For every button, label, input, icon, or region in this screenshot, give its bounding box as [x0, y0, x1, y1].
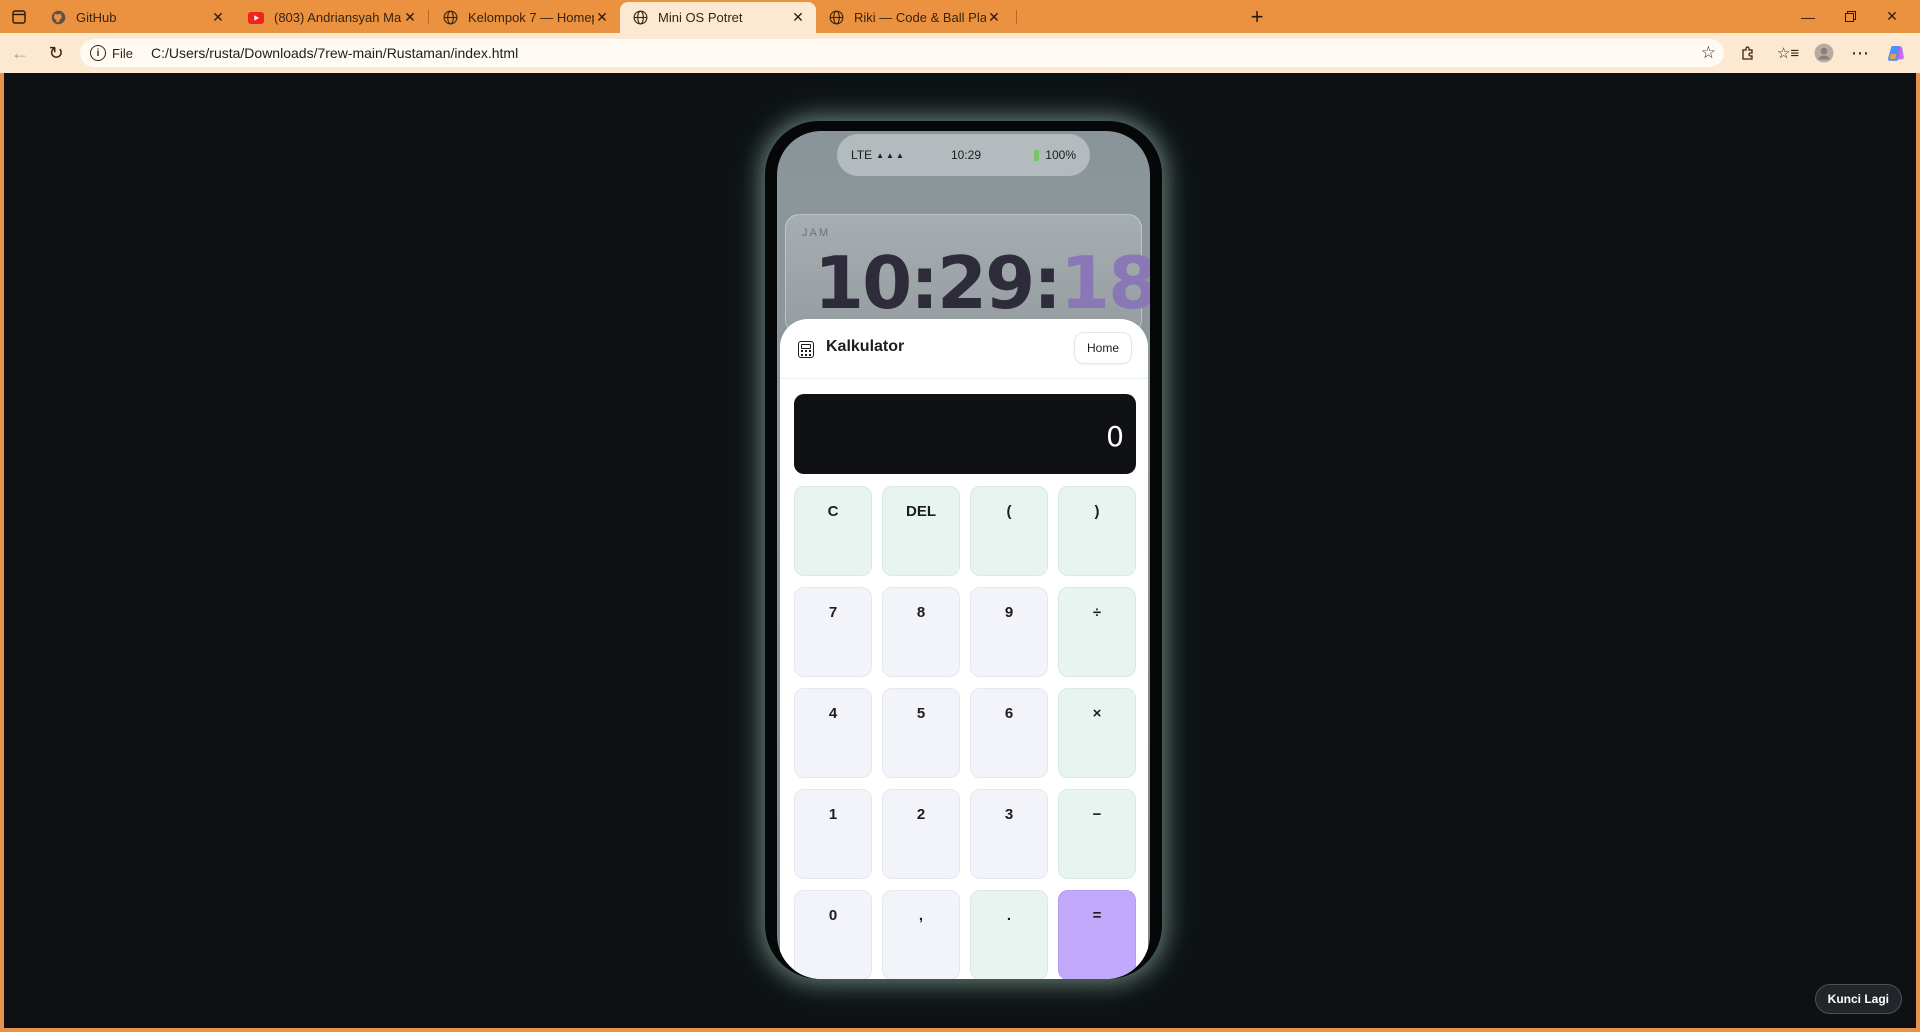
key-decimal-button[interactable]: . — [970, 890, 1048, 979]
address-bar[interactable]: i File C:/Users/rusta/Downloads/7rew-mai… — [80, 39, 1724, 67]
close-tab-icon[interactable]: ✕ — [402, 9, 418, 26]
status-time: 10:29 — [951, 148, 982, 162]
back-arrow-icon: ← — [11, 42, 29, 63]
address-url[interactable]: C:/Users/rusta/Downloads/7rew-main/Rusta… — [151, 45, 518, 61]
key-subtract-button[interactable]: − — [1058, 789, 1136, 879]
key-digit-3-button[interactable]: 3 — [970, 789, 1048, 879]
battery-status: 100% — [1034, 148, 1076, 162]
favorite-star-icon[interactable]: ☆ — [1701, 43, 1716, 63]
clock-hours-minutes: 10:29: — [814, 241, 1062, 325]
new-tab-button[interactable]: + — [1244, 4, 1270, 30]
battery-icon — [1034, 149, 1040, 161]
globe-icon — [828, 10, 844, 26]
browser-toolbar: ← ↻ i File C:/Users/rusta/Downloads/7rew… — [0, 33, 1920, 73]
calculator-keypad: C DEL() 7 8 9 ÷ 4 5 6 × 1 2 3− 0,. = — [794, 486, 1136, 979]
clock-label: JAM — [802, 227, 830, 239]
globe-icon — [442, 10, 458, 26]
close-icon: ✕ — [1886, 8, 1898, 24]
key-digit-5-button[interactable]: 5 — [882, 688, 960, 778]
more-dots-icon: ⋯ — [1851, 42, 1869, 63]
tab-title: (803) Andriansyah Maulana - You — [274, 10, 402, 25]
tab-title: Riki — Code & Ball Playground — [854, 10, 986, 25]
key-digit-9-button[interactable]: 9 — [970, 587, 1048, 677]
puzzle-icon — [1742, 46, 1753, 60]
key-equals-button[interactable]: = — [1058, 890, 1136, 979]
close-tab-icon[interactable]: ✕ — [986, 9, 1002, 26]
phone-screen: LTE ▲▲▲ 10:29 100% JAM 10:29:18 Kalkulat… — [777, 131, 1150, 979]
network-status: LTE ▲▲▲ — [851, 148, 906, 162]
key-digit-8-button[interactable]: 8 — [882, 587, 960, 677]
window-bottom-edge — [0, 1028, 1920, 1032]
address-scheme: File — [112, 45, 133, 61]
close-tab-icon[interactable]: ✕ — [790, 9, 806, 26]
minimize-icon: — — [1801, 8, 1815, 25]
profile-button[interactable] — [1810, 40, 1838, 66]
lock-again-button[interactable]: Kunci Lagi — [1814, 984, 1902, 1014]
key-digit-4-button[interactable]: 4 — [794, 688, 872, 778]
key-close-paren-button[interactable]: ) — [1058, 486, 1136, 576]
tab-kelompok7[interactable]: Kelompok 7 — Homepage ✕ — [430, 2, 620, 33]
key-digit-1-button[interactable]: 1 — [794, 789, 872, 879]
tab-strip: GitHub ✕ (803) Andriansyah Maulana - You… — [0, 0, 1920, 33]
key-digit-0-button[interactable]: 0 — [794, 890, 872, 979]
favorites-list-icon: ☆≡ — [1776, 45, 1800, 62]
calculator-display: 0 — [794, 394, 1136, 474]
restore-icon — [1844, 11, 1856, 22]
youtube-icon — [248, 10, 264, 26]
key-open-paren-button[interactable]: ( — [970, 486, 1048, 576]
back-button[interactable]: ← — [6, 40, 34, 66]
settings-more-button[interactable]: ⋯ — [1846, 40, 1874, 66]
copilot-icon — [1887, 46, 1904, 61]
tab-divider — [1016, 10, 1017, 24]
avatar-icon — [1814, 43, 1834, 63]
close-tab-icon[interactable]: ✕ — [210, 9, 226, 26]
app-header: Kalkulator Home — [780, 319, 1148, 379]
tab-youtube[interactable]: (803) Andriansyah Maulana - You ✕ — [236, 2, 428, 33]
tab-actions-button[interactable] — [6, 4, 32, 30]
key-multiply-button[interactable]: × — [1058, 688, 1136, 778]
tab-title: Mini OS Potret — [658, 10, 743, 25]
info-icon[interactable]: i — [90, 45, 106, 61]
favorites-button[interactable]: ☆≡ — [1774, 40, 1802, 66]
reload-button[interactable]: ↻ — [42, 40, 70, 66]
key-clear-button[interactable]: C — [794, 486, 872, 576]
clock-seconds: 18 — [1059, 241, 1150, 325]
github-icon — [50, 10, 66, 26]
clock-widget: JAM 10:29:18 — [785, 214, 1150, 334]
status-bar: LTE ▲▲▲ 10:29 100% — [837, 134, 1090, 176]
key-digit-7-button[interactable]: 7 — [794, 587, 872, 677]
key-digit-2-button[interactable]: 2 — [882, 789, 960, 879]
key-comma-button[interactable]: , — [882, 890, 960, 979]
calculator-app: Kalkulator Home 0 C DEL() 7 8 9 ÷ 4 5 6 × 1 2 3− 0,. = — [780, 319, 1148, 979]
tab-riki-playground[interactable]: Riki — Code & Ball Playground ✕ — [816, 2, 1012, 33]
globe-icon — [632, 10, 648, 26]
tab-mini-os-potret[interactable]: Mini OS Potret ✕ — [620, 2, 816, 33]
home-button[interactable]: Home — [1073, 332, 1132, 364]
page-viewport: LTE ▲▲▲ 10:29 100% JAM 10:29:18 Kalkulat… — [4, 73, 1916, 1028]
tab-title: Kelompok 7 — Homepage — [468, 10, 594, 25]
tab-title: GitHub — [76, 10, 117, 25]
extensions-button[interactable] — [1734, 40, 1762, 66]
signal-icon: ▲▲▲ — [876, 150, 906, 160]
tab-github[interactable]: GitHub ✕ — [38, 2, 236, 33]
key-delete-button[interactable]: DEL — [882, 486, 960, 576]
key-digit-6-button[interactable]: 6 — [970, 688, 1048, 778]
calculator-icon — [798, 341, 814, 358]
app-title: Kalkulator — [826, 338, 905, 355]
key-divide-button[interactable]: ÷ — [1058, 587, 1136, 677]
close-tab-icon[interactable]: ✕ — [594, 9, 610, 26]
reload-icon: ↻ — [48, 42, 64, 63]
plus-icon: + — [1250, 4, 1264, 29]
battery-level: 100% — [1045, 148, 1076, 162]
tab-divider — [428, 10, 429, 24]
clock-time: 10:29:18 — [814, 247, 1150, 319]
close-window-button[interactable]: ✕ — [1864, 0, 1920, 33]
tab-actions-icon — [12, 10, 26, 24]
copilot-button[interactable] — [1882, 40, 1910, 66]
network-label: LTE — [851, 148, 873, 162]
